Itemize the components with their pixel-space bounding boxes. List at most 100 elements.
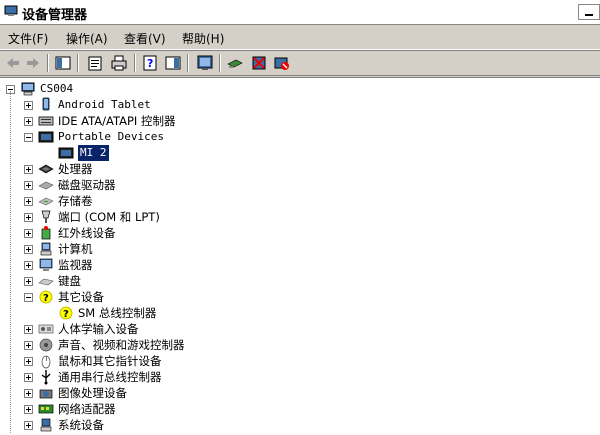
expand-icon[interactable] [24, 325, 33, 334]
show-hide-tree-icon[interactable] [54, 54, 72, 72]
tree-child-item[interactable]: MI 2 [0, 145, 600, 161]
monitor-icon [39, 258, 53, 271]
tree-item[interactable]: 系统设备 [0, 417, 600, 433]
tree-item[interactable]: Portable Devices [0, 129, 600, 145]
toolbar-separator [187, 54, 189, 72]
menu-help[interactable]: 帮助(H) [182, 30, 224, 47]
infrared-icon [41, 226, 51, 240]
menu-view[interactable]: 查看(V) [124, 30, 166, 47]
expand-icon[interactable] [24, 261, 33, 270]
scan-hardware-icon[interactable] [196, 54, 214, 72]
disable-device-icon[interactable] [273, 54, 291, 72]
tree-item-label: 声音、视频和游戏控制器 [58, 338, 185, 352]
hid-icon [38, 324, 54, 334]
forward-arrow-icon[interactable] [24, 54, 42, 72]
ide-controller-icon [38, 116, 54, 126]
tree-item[interactable]: 处理器 [0, 161, 600, 177]
tree-item-label: 端口 (COM 和 LPT) [58, 210, 160, 224]
port-icon [41, 210, 51, 223]
tree-item[interactable]: 键盘 [0, 273, 600, 289]
show-hide-action-pane-icon[interactable] [164, 54, 182, 72]
tree-item[interactable]: Android Tablet [0, 97, 600, 113]
tree-item[interactable]: 监视器 [0, 257, 600, 273]
expand-icon[interactable] [24, 197, 33, 206]
expand-icon[interactable] [24, 165, 33, 174]
tree-item[interactable]: 人体学输入设备 [0, 321, 600, 337]
expand-icon[interactable] [24, 117, 33, 126]
tree-item[interactable]: 计算机 [0, 241, 600, 257]
device-manager-icon [4, 5, 18, 16]
tree-item[interactable]: 鼠标和其它指针设备 [0, 353, 600, 369]
device-tree[interactable]: CS004 Android Tablet IDE ATA/ATAPI 控制器 Por… [0, 77, 600, 435]
tree-item-label: Portable Devices [58, 130, 164, 143]
expand-icon[interactable] [24, 341, 33, 350]
tree-item-label: 红外线设备 [58, 226, 116, 240]
tree-item-label: SM 总线控制器 [78, 306, 157, 320]
processor-icon [38, 164, 54, 174]
back-arrow-icon[interactable] [4, 54, 22, 72]
tree-item[interactable]: 红外线设备 [0, 225, 600, 241]
menu-file[interactable]: 文件(F) [8, 30, 48, 47]
usb-icon [41, 370, 51, 385]
update-driver-icon[interactable] [226, 54, 244, 72]
toolbar-separator [134, 54, 136, 72]
collapse-icon[interactable] [24, 133, 33, 142]
properties-icon[interactable] [86, 54, 104, 72]
tree-item[interactable]: 端口 (COM 和 LPT) [0, 209, 600, 225]
expand-icon[interactable] [24, 421, 33, 430]
imaging-icon [39, 389, 53, 399]
expand-icon[interactable] [24, 229, 33, 238]
collapse-icon[interactable] [24, 293, 33, 302]
tree-item[interactable]: 存储卷 [0, 193, 600, 209]
tree-item-label: 存储卷 [58, 194, 93, 208]
tree-item-label: 处理器 [58, 162, 93, 176]
expand-icon[interactable] [24, 277, 33, 286]
tree-item[interactable]: 网络适配器 [0, 401, 600, 417]
minimize-button[interactable] [578, 4, 600, 20]
toolbar-separator [77, 54, 79, 72]
expand-icon[interactable] [24, 181, 33, 190]
expand-icon[interactable] [24, 389, 33, 398]
expand-icon[interactable] [24, 101, 33, 110]
tree-item-label: 其它设备 [58, 290, 104, 304]
expand-icon[interactable] [24, 245, 33, 254]
system-device-icon [40, 418, 52, 432]
tree-item-label: 系统设备 [58, 418, 104, 432]
tree-item-label: 鼠标和其它指针设备 [58, 354, 162, 368]
title-bar: 设备管理器 [0, 0, 600, 25]
tree-item-label: 网络适配器 [58, 402, 116, 416]
tree-item-label: 监视器 [58, 258, 93, 272]
expand-icon[interactable] [24, 213, 33, 222]
tree-item-label: IDE ATA/ATAPI 控制器 [58, 114, 176, 128]
uninstall-icon[interactable] [250, 54, 268, 72]
expand-icon[interactable] [24, 357, 33, 366]
tree-item[interactable]: 声音、视频和游戏控制器 [0, 337, 600, 353]
menu-action[interactable]: 操作(A) [66, 30, 108, 47]
tree-item-label: 人体学输入设备 [58, 322, 139, 336]
mouse-icon [41, 355, 51, 369]
storage-volume-icon [38, 197, 54, 206]
tree-root[interactable]: CS004 [0, 81, 600, 97]
svg-text:?: ? [147, 57, 153, 70]
print-icon[interactable] [110, 54, 128, 72]
disk-drive-icon [38, 181, 54, 190]
tree-item[interactable]: 磁盘驱动器 [0, 177, 600, 193]
unknown-device-icon: ? [59, 306, 73, 320]
portable-device-icon [58, 147, 74, 159]
computer-icon [21, 82, 35, 96]
tree-item[interactable]: IDE ATA/ATAPI 控制器 [0, 113, 600, 129]
tree-item[interactable]: 图像处理设备 [0, 385, 600, 401]
svg-text:?: ? [43, 293, 49, 304]
tree-item-label: 图像处理设备 [58, 386, 127, 400]
network-adapter-icon [38, 404, 54, 414]
tree-child-item[interactable]: ? SM 总线控制器 [0, 305, 600, 321]
expand-icon[interactable] [24, 405, 33, 414]
tree-item[interactable]: 通用串行总线控制器 [0, 369, 600, 385]
help-icon[interactable]: ? [141, 54, 159, 72]
expand-icon[interactable] [24, 373, 33, 382]
tree-item-label: Android Tablet [58, 98, 151, 111]
tree-item[interactable]: ? 其它设备 [0, 289, 600, 305]
tree-connector-line [10, 91, 11, 433]
tree-item-label: 通用串行总线控制器 [58, 370, 162, 384]
tree-item-label: 计算机 [58, 242, 93, 256]
